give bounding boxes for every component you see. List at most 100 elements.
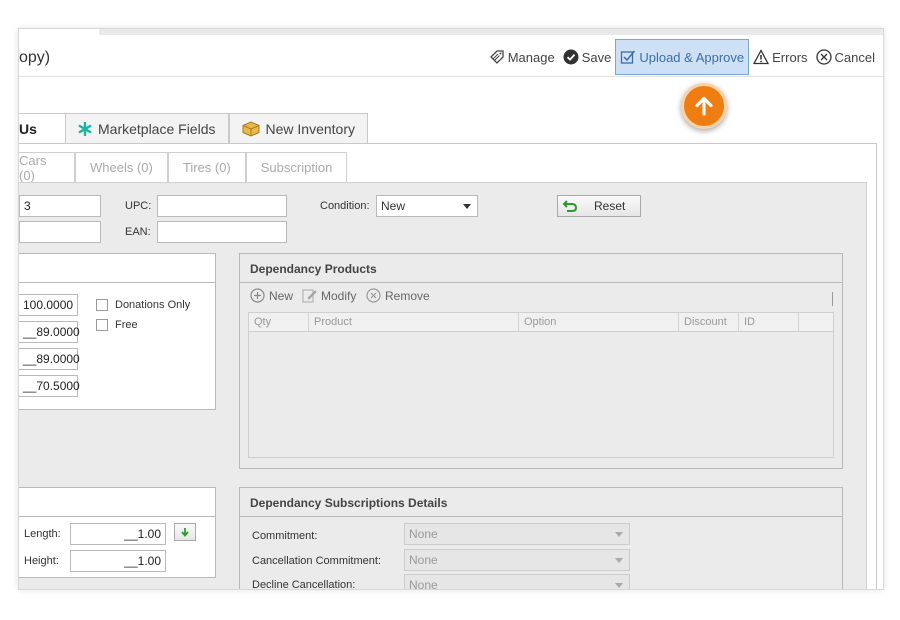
donations-only-checkbox[interactable]: Donations Only <box>96 299 190 311</box>
check-circle-icon <box>563 49 579 65</box>
cancel-button[interactable]: Cancel <box>812 39 879 75</box>
col-product[interactable]: Product <box>309 313 519 331</box>
price-group: 100.0000 __89.0000 __89.0000 __70.5000 D… <box>19 253 216 410</box>
donations-only-label: Donations Only <box>115 299 191 311</box>
commitment-select[interactable]: None <box>404 523 630 545</box>
ean-input[interactable] <box>157 221 287 243</box>
free-checkbox[interactable]: Free <box>96 319 138 331</box>
save-button[interactable]: Save <box>559 39 616 75</box>
main-tab-panel: Cars (0) Wheels (0) Tires (0) Subscripti… <box>19 143 877 590</box>
close-circle-icon <box>815 49 832 65</box>
chevron-down-icon <box>463 204 471 209</box>
tab-cars[interactable]: Cars (0) <box>19 152 75 183</box>
height-label: Height: <box>24 555 59 567</box>
tab-us[interactable]: Us <box>19 113 65 143</box>
tab-subscription-label: Subscription <box>260 160 333 175</box>
cancel-label: Cancel <box>834 49 875 65</box>
dep-remove-label: Remove <box>385 288 430 303</box>
reset-label: Reset <box>594 199 626 213</box>
tab-new-inventory[interactable]: New Inventory <box>228 113 368 143</box>
condition-label: Condition: <box>320 200 370 212</box>
tab-cars-label: Cars (0) <box>19 152 47 183</box>
group-divider <box>240 282 842 283</box>
checkbox-icon <box>620 49 636 65</box>
dep-remove-button[interactable]: Remove <box>366 288 430 303</box>
length-label: Length: <box>24 528 61 540</box>
asterisk-icon <box>78 121 92 136</box>
remove-circle-icon <box>366 288 381 303</box>
tab-marketplace-fields-label: Marketplace Fields <box>98 120 216 137</box>
tab-us-label: Us <box>19 120 37 137</box>
reset-button[interactable]: Reset <box>557 195 641 217</box>
commitment-label: Commitment: <box>252 530 318 542</box>
tab-wheels[interactable]: Wheels (0) <box>75 152 168 182</box>
tab-subscription[interactable]: Subscription <box>245 152 348 182</box>
height-input[interactable]: __1.00 <box>70 550 166 572</box>
dependency-products-group: Dependancy Products New Modify Remove Qt… <box>239 253 843 469</box>
col-id[interactable]: ID <box>739 313 799 331</box>
dimension-action-button[interactable] <box>174 523 196 541</box>
plus-circle-icon <box>250 288 265 303</box>
cancellation-commitment-label: Cancellation Commitment: <box>252 555 381 567</box>
col-option[interactable]: Option <box>519 313 679 331</box>
price-input-3[interactable]: __89.0000 <box>19 348 80 370</box>
dependency-grid-body <box>248 332 834 458</box>
col-extra[interactable] <box>799 313 833 331</box>
decline-cancellation-label: Decline Cancellation: <box>252 579 356 590</box>
box-icon <box>242 120 260 137</box>
upload-hint-badge <box>681 83 727 129</box>
chevron-down-icon <box>615 583 623 588</box>
dimensions-group: Length: __1.00 Height: __1.00 <box>19 487 216 578</box>
length-input[interactable]: __1.00 <box>70 523 166 545</box>
manage-label: Manage <box>507 49 555 65</box>
app-window: opy) Manage Save Upload & Approve Errors… <box>18 28 884 590</box>
chevron-down-icon <box>615 532 623 537</box>
manage-button[interactable]: Manage <box>485 39 559 75</box>
condition-value: New <box>381 199 406 213</box>
dependency-subscriptions-group: Dependancy Subscriptions Details Commitm… <box>239 487 843 590</box>
upload-approve-button[interactable]: Upload & Approve <box>615 39 750 75</box>
field1-input[interactable]: 3 <box>19 195 101 217</box>
upc-label: UPC: <box>125 200 152 212</box>
sub-tab-panel: 3 UPC: EAN: Condition: New Reset 100.000… <box>19 182 867 590</box>
arrow-down-icon <box>181 528 189 537</box>
group-divider <box>19 282 215 283</box>
price-input-1[interactable]: 100.0000 <box>19 294 78 316</box>
dep-new-button[interactable]: New <box>250 288 293 303</box>
errors-button[interactable]: Errors <box>749 39 811 75</box>
dependency-subscriptions-title: Dependancy Subscriptions Details <box>250 496 448 510</box>
col-discount[interactable]: Discount <box>679 313 739 331</box>
tab-tires[interactable]: Tires (0) <box>167 152 246 182</box>
dep-new-label: New <box>269 288 294 303</box>
edit-icon <box>302 288 317 303</box>
undo-icon <box>562 199 578 213</box>
condition-select[interactable]: New <box>376 195 478 217</box>
title-bar: opy) Manage Save Upload & Approve Errors… <box>19 35 883 77</box>
upload-approve-label: Upload & Approve <box>639 49 745 65</box>
upc-input[interactable] <box>157 195 287 217</box>
tab-new-inventory-label: New Inventory <box>265 120 355 137</box>
decline-cancellation-select[interactable]: None <box>404 574 630 590</box>
cancellation-commitment-value: None <box>409 553 438 567</box>
tab-tires-label: Tires (0) <box>182 160 231 175</box>
decline-cancellation-value: None <box>409 578 438 590</box>
sub-tabs: Cars (0) Wheels (0) Tires (0) Subscripti… <box>19 152 348 183</box>
dependency-grid-header: Qty Product Option Discount ID <box>248 312 834 332</box>
cancellation-commitment-select[interactable]: None <box>404 549 630 571</box>
free-label: Free <box>115 319 138 331</box>
warning-icon <box>753 49 770 65</box>
dep-modify-button[interactable]: Modify <box>302 288 356 303</box>
price-input-4[interactable]: __70.5000 <box>19 375 80 397</box>
ean-label: EAN: <box>125 226 151 238</box>
field2-input[interactable] <box>19 221 101 243</box>
checkbox-box <box>96 319 108 331</box>
commitment-value: None <box>409 527 438 541</box>
price-input-2[interactable]: __89.0000 <box>19 321 80 343</box>
col-qty[interactable]: Qty <box>249 313 309 331</box>
save-label: Save <box>581 49 612 65</box>
toolbar: Manage Save Upload & Approve Errors Canc… <box>485 39 879 75</box>
checkbox-box <box>96 299 108 311</box>
tab-marketplace-fields[interactable]: Marketplace Fields <box>65 113 229 143</box>
chevron-down-icon <box>615 558 623 563</box>
group-divider <box>19 516 215 517</box>
